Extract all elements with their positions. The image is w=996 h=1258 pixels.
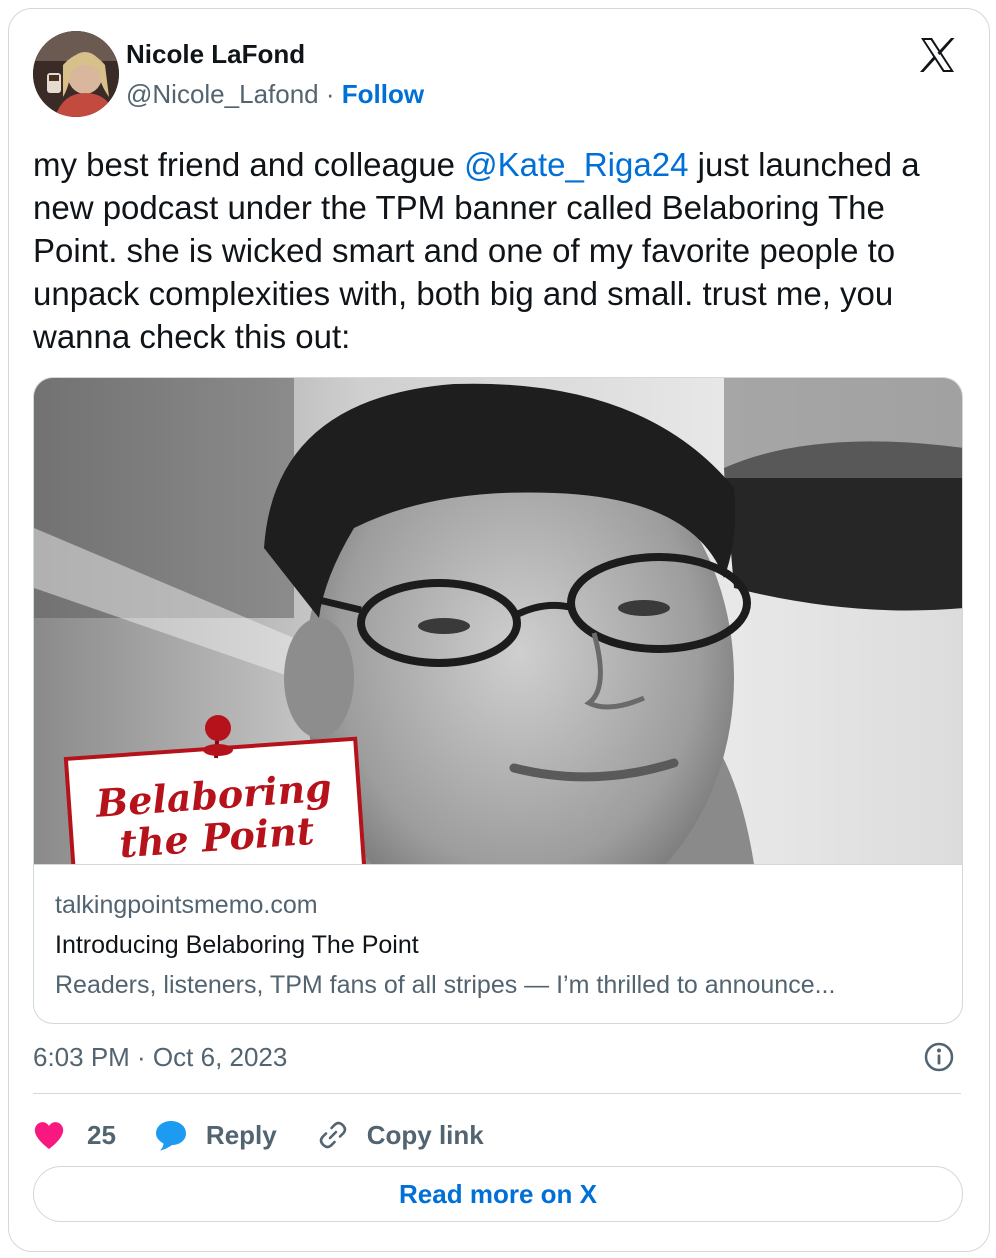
separator-dot: · (325, 79, 335, 109)
speech-bubble-icon (155, 1121, 186, 1151)
tweet-timestamp[interactable]: 6:03 PM · Oct 6, 2023 (33, 1042, 287, 1073)
divider (33, 1093, 961, 1094)
author-handle[interactable]: @Nicole_Lafond (126, 79, 319, 109)
tweet-embed-card: Nicole LaFond @Nicole_Lafond · Follow my… (8, 8, 990, 1252)
reply-label: Reply (205, 1119, 277, 1150)
reply-button[interactable]: Reply (154, 1118, 277, 1152)
link-preview-image[interactable]: Belaboring the Point (34, 378, 962, 864)
link-preview-card[interactable]: Belaboring the Point talkingpointsmemo.c… (33, 377, 963, 1024)
tweet-text-start: my best friend and colleague (33, 146, 465, 183)
link-preview-meta: talkingpointsmemo.com Introducing Belabo… (34, 864, 962, 1023)
link-description: Readers, listeners, TPM fans of all stri… (55, 971, 836, 999)
info-icon[interactable] (923, 1041, 955, 1073)
copy-link-button[interactable]: Copy link (317, 1119, 484, 1151)
author-avatar[interactable] (33, 31, 119, 117)
link-title: Introducing Belaboring The Point (55, 931, 419, 959)
x-logo-icon[interactable] (917, 35, 957, 75)
heart-icon (34, 1122, 64, 1149)
author-handle-line: @Nicole_Lafond · Follow (126, 79, 424, 110)
link-domain: talkingpointsmemo.com (55, 891, 318, 919)
mention-link[interactable]: @Kate_Riga24 (464, 146, 688, 183)
tweet-text: my best friend and colleague @Kate_Riga2… (33, 143, 963, 358)
like-button[interactable]: 25 (33, 1120, 116, 1151)
link-icon (319, 1121, 347, 1149)
read-more-button[interactable]: Read more on X (33, 1166, 963, 1222)
like-count: 25 (87, 1119, 116, 1150)
follow-button[interactable]: Follow (342, 79, 424, 109)
copy-link-label: Copy link (366, 1119, 484, 1150)
tweet-actions: 25 Reply Copy link (33, 1111, 484, 1159)
author-name[interactable]: Nicole LaFond (126, 39, 305, 70)
